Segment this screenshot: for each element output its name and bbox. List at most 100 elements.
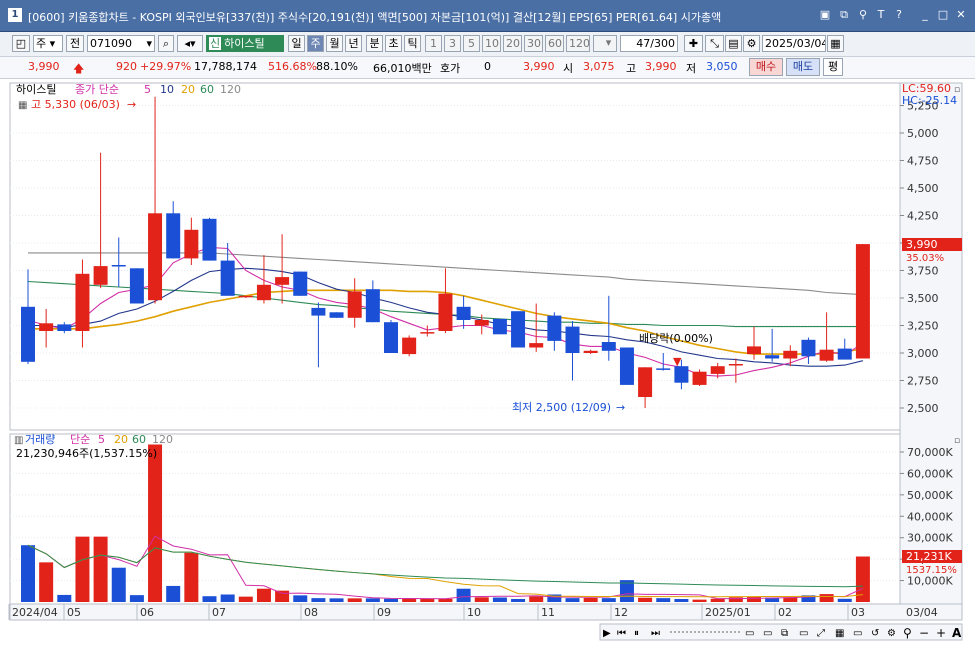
date-tick-label: 03/04	[906, 606, 938, 619]
high-price: 3,990	[645, 60, 677, 73]
volume-bar	[347, 598, 362, 602]
tab-tick[interactable]: 틱	[404, 35, 421, 52]
bookmark-icon[interactable]: ▭	[799, 628, 808, 639]
open-price: 3,075	[583, 60, 615, 73]
tab-second[interactable]: 초	[385, 35, 402, 52]
tab-week[interactable]: 주	[307, 35, 324, 52]
pause-icon[interactable]: ⏸	[634, 628, 639, 639]
chart-area[interactable]: 5,2505,0004,7504,5004,2504,0003,7503,500…	[0, 80, 975, 651]
link-icon[interactable]: ⚲	[856, 9, 870, 21]
ma-legend-60: 60	[200, 83, 214, 96]
buy-button[interactable]: 매수	[749, 58, 783, 76]
interval-60[interactable]: 60	[545, 35, 564, 52]
interval-10[interactable]: 10	[482, 35, 501, 52]
tab-month[interactable]: 월	[326, 35, 343, 52]
plus-icon[interactable]: +	[936, 626, 946, 640]
volume-bar	[293, 595, 308, 602]
close-icon[interactable]: ✕	[954, 9, 968, 21]
restore-icon[interactable]: ↺	[871, 628, 879, 639]
save-icon[interactable]: ▤	[725, 35, 742, 52]
zoom-out-icon[interactable]: ▭	[745, 628, 754, 639]
candle-body	[656, 368, 671, 370]
price-panel-close-icon[interactable]: ▫	[954, 85, 960, 95]
help-icon[interactable]: ?	[892, 9, 906, 21]
volume-bar	[184, 552, 199, 602]
scroll-controls: ▶ ⏮ ⏸ ⏭ ▭ ▭ ⧉ ▭ ⤢ ▦ ▭ ↺ ⚙ ⚲ − + A	[599, 623, 963, 641]
volume-bar	[202, 596, 217, 602]
interval-dropdown-icon[interactable]: ▾	[600, 35, 617, 52]
scroll-first-icon[interactable]: ⏮	[617, 628, 626, 639]
tab-year[interactable]: 년	[345, 35, 362, 52]
volume-bar	[420, 598, 435, 602]
candle-body	[728, 364, 743, 366]
hoga-price: 3,990	[523, 60, 555, 73]
volume-tick-label: 40,000K	[907, 510, 953, 523]
count-input[interactable]: 47/300	[620, 35, 678, 52]
candle-body	[565, 326, 580, 353]
interval-120[interactable]: 120	[566, 35, 590, 52]
evaluate-button[interactable]: 평	[823, 58, 843, 76]
volume-ma-prefix: 단순	[70, 433, 90, 446]
volume-bar	[656, 598, 671, 602]
candle-body	[492, 318, 507, 335]
maximize-icon[interactable]: □	[936, 9, 950, 21]
interval-3[interactable]: 3	[444, 35, 461, 52]
market-select[interactable]: 주 ▾	[33, 35, 63, 52]
candle-body	[347, 291, 362, 318]
price-tick-label: 2,750	[907, 375, 939, 388]
candle-body	[75, 273, 90, 331]
interval-30[interactable]: 30	[524, 35, 543, 52]
font-icon[interactable]: T	[874, 9, 888, 21]
stock-name-field[interactable]: 신 하이스틸	[206, 35, 284, 52]
interval-1[interactable]: 1	[425, 35, 442, 52]
price-tick-label: 2,500	[907, 402, 939, 415]
minus-icon[interactable]: −	[919, 626, 929, 640]
volume-bar	[365, 598, 380, 602]
zoom-icon[interactable]: ⚲	[903, 626, 912, 640]
view-icon[interactable]: ▭	[763, 628, 772, 639]
settings-small-icon[interactable]: ⚙	[887, 628, 896, 639]
window-layout-icon[interactable]: ▣	[818, 9, 832, 21]
calendar-icon[interactable]: ▦	[827, 35, 844, 52]
candle-body	[57, 324, 72, 331]
layout-icon[interactable]: ▦	[835, 628, 844, 639]
sell-button[interactable]: 매도	[786, 58, 820, 76]
draw-tool-icon[interactable]: ⤡	[705, 35, 724, 52]
volume-bar	[238, 596, 253, 602]
scroll-right-icon[interactable]: ▶	[603, 628, 611, 639]
date-tick-label: 09	[377, 606, 391, 619]
volume-bar	[275, 590, 290, 602]
volume-bar	[710, 598, 725, 602]
expand-icon[interactable]: ⤢	[817, 628, 825, 639]
add-indicator-icon[interactable]: ✚	[684, 35, 703, 52]
chart-settings-icon[interactable]: ◰	[12, 35, 30, 52]
date-input[interactable]: 2025/03/04	[762, 35, 826, 52]
high-label: 고	[626, 62, 637, 75]
candle-body	[747, 346, 761, 355]
sound-icon[interactable]: ◂▾	[177, 35, 203, 52]
interval-20[interactable]: 20	[503, 35, 522, 52]
volume-bar	[692, 599, 707, 602]
tab-day[interactable]: 일	[288, 35, 305, 52]
gear-icon[interactable]: ⚙	[743, 35, 760, 52]
prev-button[interactable]: 전	[66, 35, 84, 52]
search-icon[interactable]: ⌕	[158, 35, 174, 52]
screen-icon[interactable]: ▭	[853, 628, 862, 639]
tab-minute[interactable]: 분	[366, 35, 383, 52]
minimize-icon[interactable]: _	[918, 9, 932, 21]
hoga-value: 0	[484, 60, 491, 73]
volume-bar	[256, 588, 271, 602]
volume-panel-close-icon[interactable]: ▫	[954, 436, 960, 446]
overlap-icon[interactable]: ⧉	[781, 628, 788, 639]
chart-svg[interactable]: 5,2505,0004,7504,5004,2504,0003,7503,500…	[0, 80, 975, 651]
volume-bar	[384, 598, 398, 602]
date-tick-label: 2025/01	[705, 606, 751, 619]
scroll-last-icon[interactable]: ⏭	[651, 628, 660, 639]
volume-bar	[474, 597, 489, 602]
window-cascade-icon[interactable]: ⧉	[837, 9, 851, 21]
stock-code-input[interactable]: 071090 ▾	[87, 35, 155, 52]
calc-icon[interactable]: ▦	[18, 100, 27, 111]
date-tick-label: 07	[212, 606, 226, 619]
axis-scale-icon[interactable]: A	[952, 626, 962, 640]
interval-5[interactable]: 5	[463, 35, 480, 52]
